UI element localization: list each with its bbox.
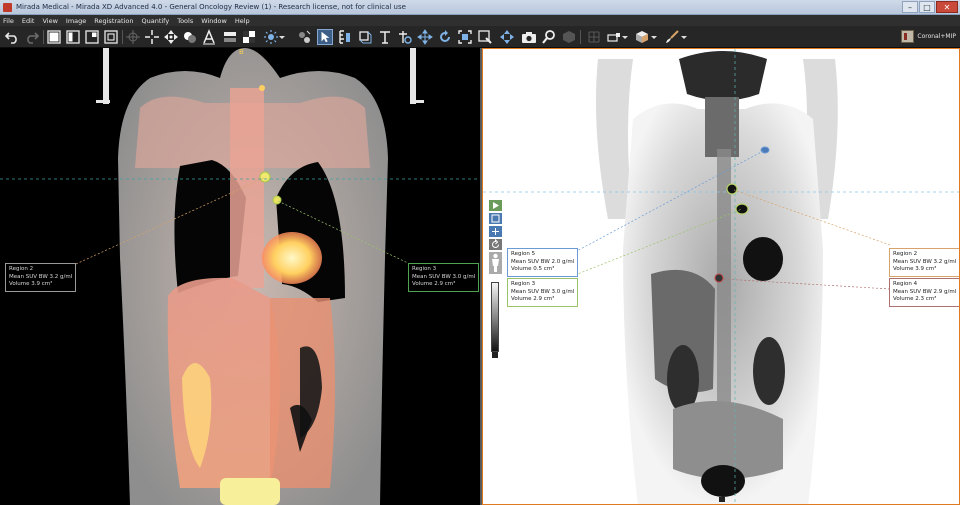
menu-view[interactable]: View [42, 17, 57, 25]
mip-body-icon[interactable] [489, 252, 502, 274]
region-annotation[interactable]: Region 4 Mean SUV BW 2.9 g/ml Volume 2.3… [889, 278, 959, 307]
pan-icon[interactable] [417, 29, 433, 45]
layout-label: Coronal+MIP [917, 33, 956, 40]
menu-bar: File Edit View Image Registration Quanti… [0, 15, 960, 26]
layout-single-icon[interactable] [46, 29, 62, 45]
close-button[interactable]: ✕ [936, 1, 958, 13]
rotate-icon[interactable] [437, 29, 453, 45]
undo-icon[interactable] [4, 29, 20, 45]
move-crosshair-icon[interactable] [163, 29, 179, 45]
region-name: Region 4 [893, 281, 918, 287]
viewport-marker-top: B [239, 48, 244, 56]
flip-icon[interactable] [377, 29, 393, 45]
pet-mip-image [483, 49, 959, 504]
reslice-icon[interactable] [397, 29, 413, 45]
pet-mip-viewport[interactable]: Region 5 Mean SUV BW 2.0 g/ml Volume 0.5… [482, 48, 960, 505]
region-suv: Mean SUV BW 3.2 g/ml [893, 258, 957, 265]
main-toolbar: Coronal+MIP [0, 26, 960, 48]
chevron-down-icon[interactable] [621, 29, 629, 45]
zoom-region-icon[interactable] [477, 29, 493, 45]
roi-tool-icon[interactable] [606, 29, 622, 45]
region-volume: Volume 2.9 cm³ [412, 281, 456, 287]
mip-play-icon[interactable] [489, 200, 502, 211]
menu-tools[interactable]: Tools [177, 17, 193, 25]
ruler-icon[interactable] [337, 29, 353, 45]
mip-step-icon[interactable] [489, 226, 502, 237]
region-volume: Volume 0.5 cm³ [511, 266, 555, 272]
region-volume: Volume 3.9 cm³ [893, 266, 937, 272]
region-suv: Mean SUV BW 3.0 g/ml [412, 273, 476, 280]
contrast-icon[interactable] [182, 29, 198, 45]
mirada-app-window: Mirada Medical - Mirada XD Advanced 4.0 … [0, 0, 960, 505]
text-annotation-icon[interactable] [201, 29, 217, 45]
region-volume: Volume 3.9 cm³ [9, 281, 53, 287]
menu-window[interactable]: Window [201, 17, 227, 25]
redo-icon[interactable] [24, 29, 40, 45]
layout-split-icon[interactable] [65, 29, 81, 45]
menu-edit[interactable]: Edit [22, 17, 35, 25]
crosshair-disabled-icon[interactable] [125, 29, 141, 45]
region-annotation[interactable]: Region 5 Mean SUV BW 2.0 g/ml Volume 0.5… [507, 248, 579, 277]
menu-file[interactable]: File [3, 17, 14, 25]
segmentation-icon[interactable] [296, 29, 312, 45]
region-name: Region 3 [511, 281, 536, 287]
window-level-slider[interactable] [491, 282, 499, 352]
brightness-icon[interactable] [263, 29, 279, 45]
region-annotation[interactable]: Region 3 Mean SUV BW 3.0 g/ml Volume 2.9… [408, 263, 480, 292]
grid-dots-icon[interactable] [586, 29, 602, 45]
region-suv: Mean SUV BW 2.0 g/ml [511, 258, 575, 265]
region-suv: Mean SUV BW 2.9 g/ml [893, 288, 957, 295]
mip-rotate-icon[interactable] [489, 239, 502, 250]
chevron-down-icon[interactable] [680, 29, 688, 45]
layout-quad-icon[interactable] [84, 29, 100, 45]
region-volume: Volume 2.3 cm³ [893, 296, 937, 302]
fused-coronal-viewport[interactable]: B Region 2 Mean SUV BW 3.2 g/ml Volume 3… [0, 48, 480, 505]
region-annotation[interactable]: Region 2 Mean SUV BW 3.2 g/ml Volume 3.9… [5, 263, 77, 292]
maximize-button[interactable]: □ [919, 1, 935, 13]
window-level-icon[interactable] [222, 29, 238, 45]
volume-render-icon[interactable] [561, 29, 577, 45]
cube-icon[interactable] [634, 29, 650, 45]
chevron-down-icon[interactable] [650, 29, 658, 45]
menu-help[interactable]: Help [235, 17, 250, 25]
rotate-3d-icon[interactable] [357, 29, 373, 45]
region-name: Region 2 [9, 266, 34, 272]
crosshair-icon[interactable] [144, 29, 160, 45]
region-suv: Mean SUV BW 3.2 g/ml [9, 273, 73, 280]
region-volume: Volume 2.9 cm³ [511, 296, 555, 302]
colormap-icon[interactable] [241, 29, 257, 45]
region-name: Region 3 [412, 266, 437, 272]
layout-compare-icon[interactable] [103, 29, 119, 45]
brush-icon[interactable] [664, 29, 680, 45]
move-view-icon[interactable] [499, 29, 515, 45]
window-controls: – □ ✕ [902, 1, 958, 13]
camera-icon[interactable] [521, 29, 537, 45]
menu-registration[interactable]: Registration [94, 17, 133, 25]
mip-frame-icon[interactable] [489, 213, 502, 224]
region-name: Region 2 [893, 251, 918, 257]
fit-view-icon[interactable] [457, 29, 473, 45]
layout-selector[interactable]: Coronal+MIP [901, 30, 956, 43]
region-suv: Mean SUV BW 3.0 g/ml [511, 288, 575, 295]
app-logo-icon [3, 2, 12, 12]
chevron-down-icon[interactable] [278, 29, 286, 45]
minimize-button[interactable]: – [902, 1, 918, 13]
pointer-icon[interactable] [317, 29, 333, 45]
layout-preset-icon [901, 30, 915, 43]
window-level-handle[interactable] [492, 352, 498, 358]
region-annotation[interactable]: Region 3 Mean SUV BW 3.0 g/ml Volume 2.9… [507, 278, 579, 307]
window-title: Mirada Medical - Mirada XD Advanced 4.0 … [16, 3, 406, 11]
magnifier-icon[interactable] [541, 29, 557, 45]
menu-quantify[interactable]: Quantify [141, 17, 169, 25]
region-name: Region 5 [511, 251, 536, 257]
region-annotation[interactable]: Region 2 Mean SUV BW 3.2 g/ml Volume 3.9… [889, 248, 959, 277]
title-bar: Mirada Medical - Mirada XD Advanced 4.0 … [0, 0, 960, 15]
menu-image[interactable]: Image [66, 17, 86, 25]
